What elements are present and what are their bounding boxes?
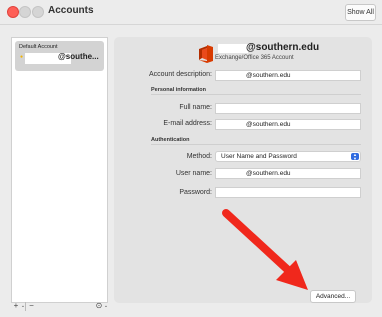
account-settings-panel: @southern.edu Exchange/Office 365 Accoun… bbox=[114, 37, 372, 303]
user-name-value: @southern.edu bbox=[246, 170, 291, 177]
title-bar: Accounts Show All bbox=[0, 0, 382, 25]
password-label: Password: bbox=[179, 189, 212, 196]
user-name-label: User name: bbox=[175, 170, 212, 177]
chevron-down-icon[interactable]: ⌄ bbox=[103, 301, 109, 311]
email-address-value: @southern.edu bbox=[246, 121, 291, 128]
account-description-field[interactable]: @southern.edu bbox=[215, 70, 361, 81]
full-name-label: Full name: bbox=[179, 104, 212, 111]
titlebar-divider bbox=[0, 24, 382, 25]
account-list-item[interactable]: Default Account ● @southe... bbox=[15, 41, 104, 71]
section-divider bbox=[151, 144, 361, 145]
account-email-heading: @southern.edu bbox=[246, 42, 320, 53]
authentication-method-select[interactable]: User Name and Password ▲ ▼ bbox=[215, 151, 361, 162]
method-label: Method: bbox=[186, 153, 212, 160]
sidebar-toolbar: + ⌄ − ⊙ ⌄ bbox=[11, 301, 108, 313]
full-name-field[interactable] bbox=[215, 103, 361, 114]
email-address-label: E-mail address: bbox=[163, 120, 212, 127]
advanced-button[interactable]: Advanced... bbox=[310, 290, 356, 303]
zoom-window-button[interactable] bbox=[32, 6, 44, 18]
user-name-field[interactable]: @southern.edu bbox=[215, 168, 361, 179]
method-value: User Name and Password bbox=[221, 153, 297, 160]
account-type-label: Default Account bbox=[19, 44, 58, 50]
account-name-label: @southe... bbox=[58, 52, 99, 61]
account-description-value: @southern.edu bbox=[246, 72, 291, 79]
accounts-sidebar: Default Account ● @southe... bbox=[11, 37, 108, 303]
account-description-label: Account description: bbox=[148, 71, 212, 78]
toolbar-divider bbox=[25, 302, 26, 311]
section-divider bbox=[151, 94, 361, 95]
redacted-area bbox=[218, 44, 248, 53]
select-stepper-icon: ▲ ▼ bbox=[351, 153, 359, 160]
remove-account-button[interactable]: − bbox=[27, 301, 36, 311]
email-address-field[interactable]: @southern.edu bbox=[215, 119, 361, 130]
account-status-icon: ● bbox=[20, 54, 24, 60]
personal-information-heading: Personal information bbox=[151, 87, 207, 93]
window-title: Accounts bbox=[48, 5, 94, 16]
office-logo-icon bbox=[199, 45, 213, 63]
show-all-button[interactable]: Show All bbox=[345, 4, 376, 21]
account-kind-label: Exchange/Office 365 Account bbox=[215, 55, 294, 61]
password-field[interactable] bbox=[215, 187, 361, 198]
close-window-button[interactable] bbox=[7, 6, 19, 18]
authentication-heading: Authentication bbox=[151, 137, 190, 143]
minimize-window-button[interactable] bbox=[19, 6, 31, 18]
